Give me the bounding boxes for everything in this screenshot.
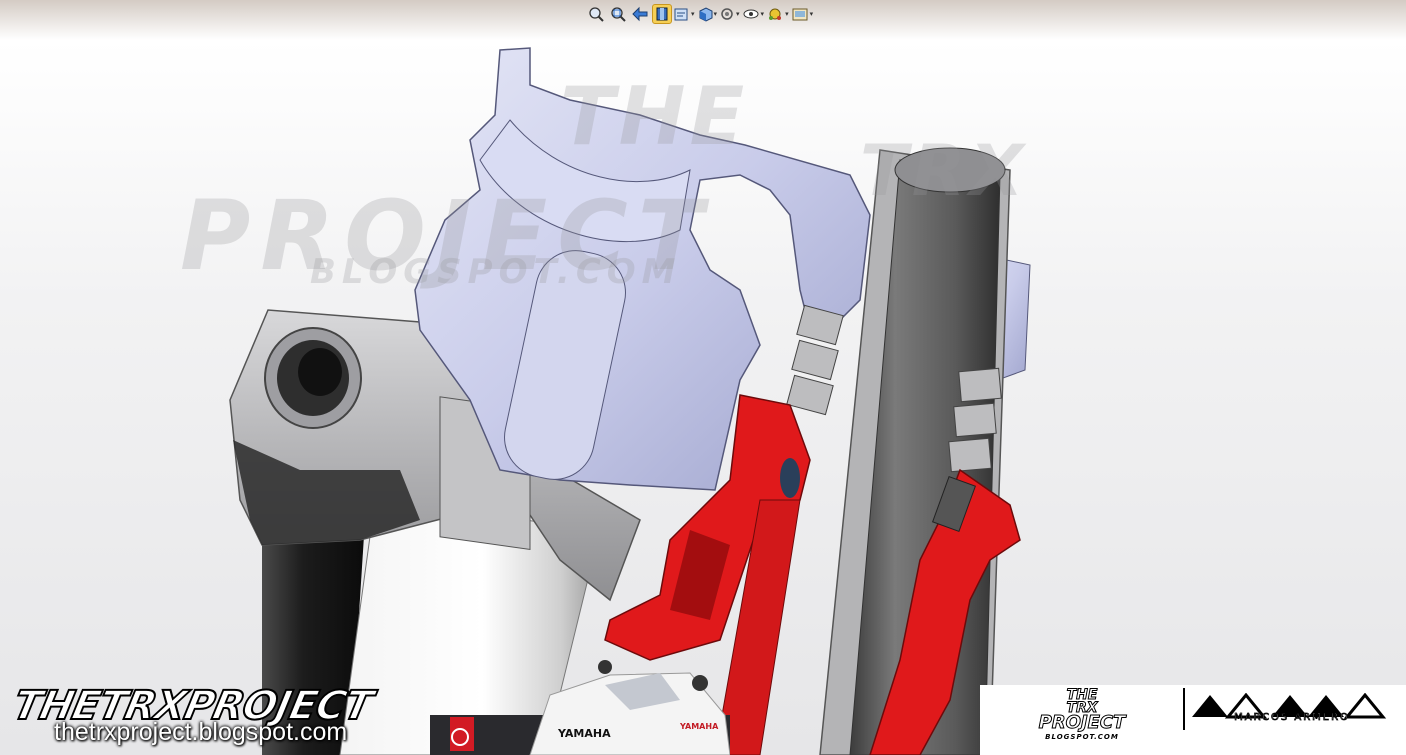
zoom-fit-icon bbox=[589, 7, 604, 22]
motorcycle-photo: YAMAHA YAMAHA bbox=[430, 660, 730, 755]
heads-up-view-toolbar: ▾ ▾ ▾ ▾ ▾ ▾ bbox=[586, 3, 813, 25]
blog-url: thetrxproject.blogspot.com bbox=[54, 718, 348, 746]
previous-view-button[interactable] bbox=[630, 4, 650, 24]
zoom-area-icon bbox=[611, 7, 626, 22]
eye-icon bbox=[743, 9, 759, 19]
scene-icon bbox=[792, 8, 808, 21]
hide-show-items-button[interactable]: ▾ bbox=[742, 4, 764, 24]
trx-project-small-logo: THE TRX PROJECT BLOGSPOT.COM bbox=[992, 688, 1172, 742]
dynamic-annotation-button[interactable]: ▾ bbox=[674, 4, 695, 24]
small-logo-line3: PROJECT bbox=[1038, 712, 1126, 733]
section-view-icon bbox=[656, 7, 668, 21]
apply-scene-button[interactable]: ▾ bbox=[791, 4, 813, 24]
yamaha-label: YAMAHA bbox=[557, 727, 611, 740]
zoom-to-area-button[interactable] bbox=[608, 4, 628, 24]
small-logo-sub: BLOGSPOT.COM bbox=[1045, 733, 1119, 741]
author-name: MARCOS ARMERO bbox=[1234, 712, 1350, 724]
edit-appearance-button[interactable]: ▾ bbox=[766, 4, 789, 24]
section-view-button[interactable] bbox=[652, 4, 672, 24]
view-orientation-button[interactable]: ▾ bbox=[697, 4, 717, 24]
display-style-icon bbox=[721, 8, 733, 20]
appearance-icon bbox=[769, 8, 782, 20]
yamaha-label-small: YAMAHA bbox=[679, 722, 719, 731]
cube-view-icon bbox=[699, 7, 713, 22]
previous-view-icon bbox=[632, 6, 648, 22]
zoom-to-fit-button[interactable] bbox=[586, 4, 606, 24]
watermark-blogspot: BLOGSPOT.COM bbox=[310, 252, 682, 292]
watermark-trx: TRX bbox=[860, 130, 1028, 212]
branding-panel: THE TRX PROJECT BLOGSPOT.COM MARCOS ARME… bbox=[980, 685, 1406, 755]
seal-left bbox=[780, 458, 800, 498]
logo-divider bbox=[1183, 688, 1185, 730]
bearing-stack-left bbox=[786, 304, 844, 416]
watermark-the: THE bbox=[560, 70, 749, 163]
display-style-button[interactable]: ▾ bbox=[719, 4, 740, 24]
annotation-icon bbox=[674, 8, 688, 21]
